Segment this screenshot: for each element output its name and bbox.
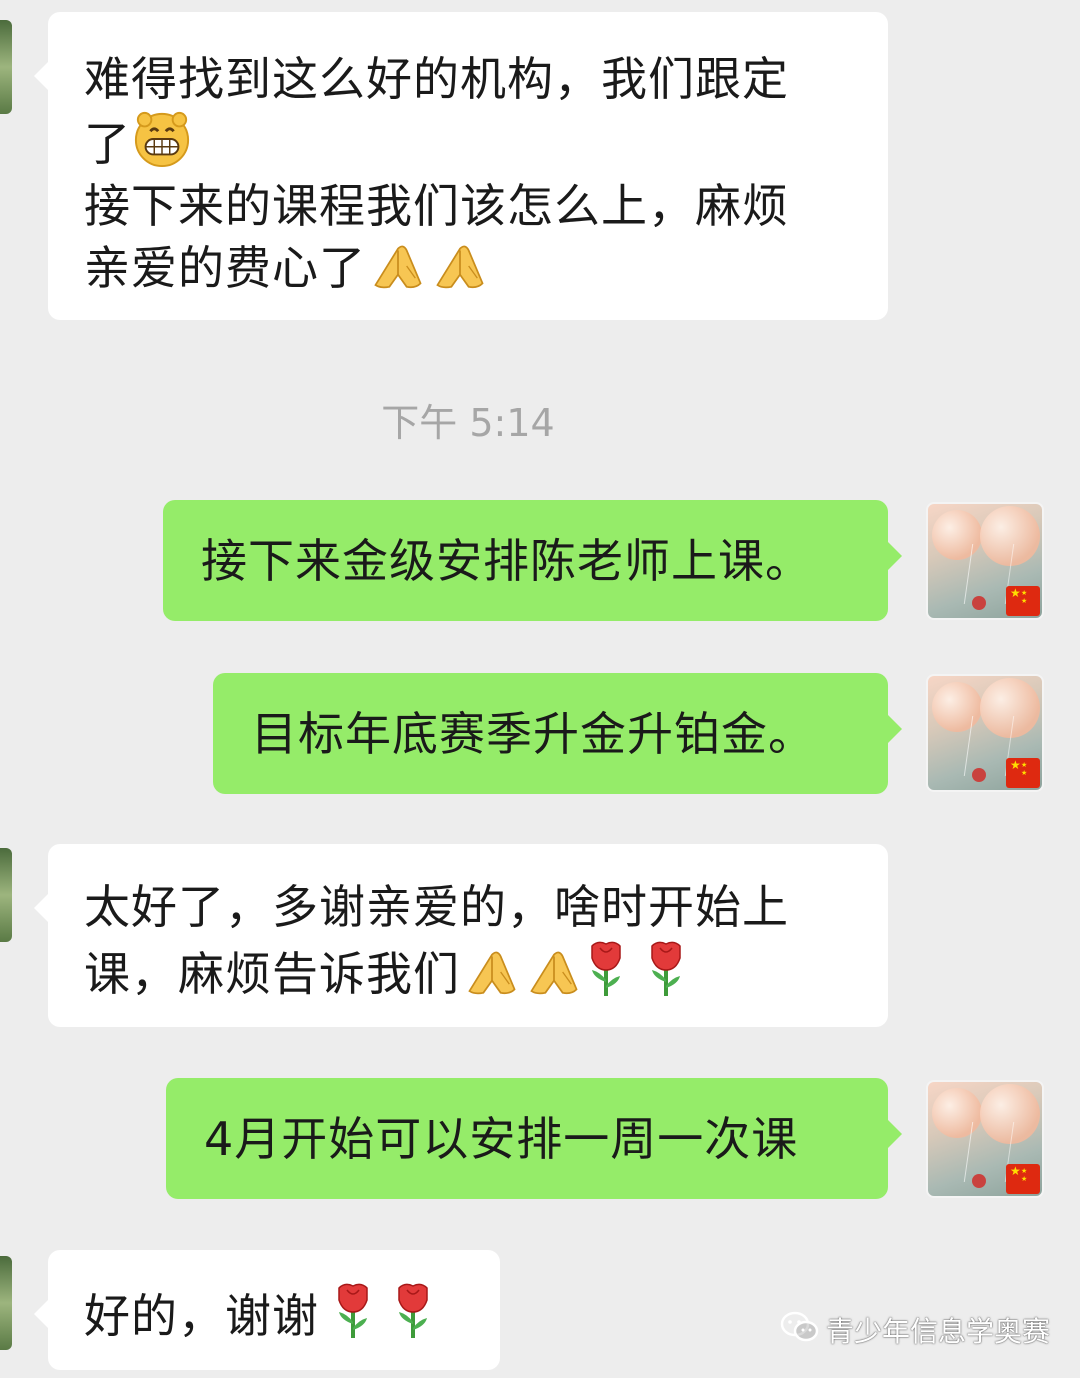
- message-text: 接下来金级安排陈老师上课。: [201, 534, 812, 588]
- my-avatar[interactable]: [926, 674, 1044, 792]
- message-text: 好的，谢谢: [84, 1289, 319, 1343]
- message-bubble-incoming[interactable]: 太好了，多谢亲爱的，啥时开始上 课，麻烦告诉我们: [34, 844, 888, 1027]
- contact-avatar[interactable]: [0, 1256, 12, 1350]
- praying-hands-emoji: [430, 240, 490, 292]
- message-timestamp: 下午 5:14: [381, 401, 555, 445]
- china-flag-icon: [1006, 758, 1040, 788]
- praying-hands-emoji: [524, 946, 584, 998]
- my-avatar[interactable]: [926, 1080, 1044, 1198]
- message-text-line: 了: [84, 117, 131, 171]
- wechat-icon: [780, 1310, 820, 1351]
- china-flag-icon: [1006, 1164, 1040, 1194]
- message-bubble-outgoing[interactable]: 4月开始可以安排一周一次课: [166, 1078, 902, 1199]
- message-bubble-incoming[interactable]: 好的，谢谢: [34, 1250, 500, 1370]
- rose-emoji: [646, 938, 686, 998]
- message-bubble-outgoing[interactable]: 接下来金级安排陈老师上课。: [163, 500, 902, 621]
- message-text-line: 太好了，多谢亲爱的，啥时开始上: [84, 880, 789, 934]
- message-text-line: 难得找到这么好的机构，我们跟定: [84, 52, 789, 106]
- rose-emoji: [393, 1280, 433, 1340]
- message-text-line: 亲爱的费心了: [84, 241, 366, 295]
- rose-emoji: [333, 1280, 373, 1340]
- china-flag-icon: [1006, 586, 1040, 616]
- praying-hands-emoji: [462, 946, 522, 998]
- watermark: 青少年信息学奥赛: [780, 1310, 1050, 1350]
- chat-area: 难得找到这么好的机构，我们跟定 了 接下来的课程我们该怎么上，麻烦 亲爱的费心了…: [0, 0, 1080, 1378]
- watermark-text: 青少年信息学奥赛: [826, 1315, 1051, 1348]
- message-text-line: 接下来的课程我们该怎么上，麻烦: [84, 179, 789, 233]
- message-text: 4月开始可以安排一周一次课: [204, 1112, 799, 1166]
- message-bubble-incoming[interactable]: 难得找到这么好的机构，我们跟定 了 接下来的课程我们该怎么上，麻烦 亲爱的费心了: [34, 12, 888, 320]
- message-text-line: 课，麻烦告诉我们: [84, 947, 460, 1001]
- grin-emoji: [133, 110, 191, 168]
- contact-avatar[interactable]: [0, 20, 12, 114]
- rose-emoji: [586, 938, 626, 998]
- message-bubble-outgoing[interactable]: 目标年底赛季升金升铂金。: [213, 673, 902, 794]
- contact-avatar[interactable]: [0, 848, 12, 942]
- praying-hands-emoji: [368, 240, 428, 292]
- message-text: 目标年底赛季升金升铂金。: [251, 707, 815, 761]
- my-avatar[interactable]: [926, 502, 1044, 620]
